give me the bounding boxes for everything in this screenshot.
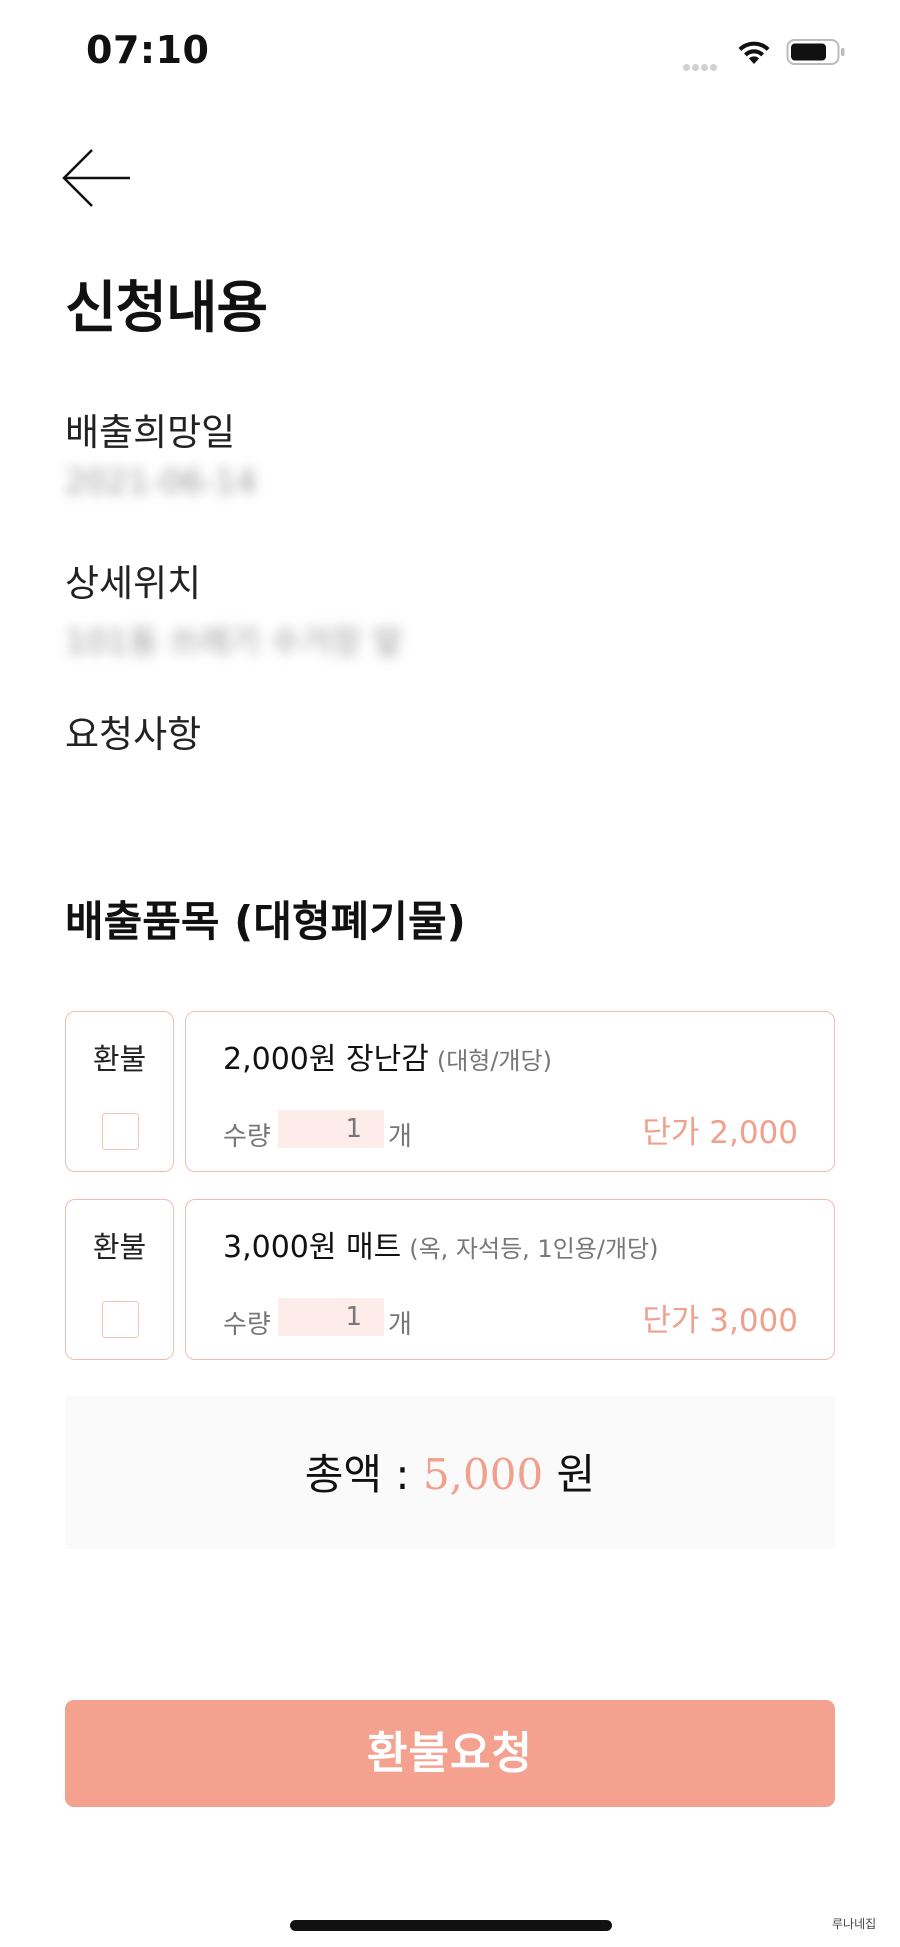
refund-label: 환불: [92, 1042, 147, 1076]
item-name: 2,000원 장난감: [223, 1042, 429, 1077]
total-unit: 원: [543, 1450, 596, 1499]
wifi-icon: [738, 41, 770, 64]
total-amount: 5,000: [422, 1450, 544, 1499]
qty-label: 수량: [223, 1122, 271, 1152]
date-label: 배출희망일: [65, 411, 236, 454]
date-value: 2021-06-14: [65, 462, 257, 501]
section-title: 배출품목 (대형폐기물): [65, 897, 466, 946]
total-text: 총액 : 5,000 원: [65, 1441, 835, 1502]
unit-price: 단가 3,000: [642, 1303, 798, 1339]
refund-cell: 환불: [65, 1011, 174, 1172]
item-desc: (대형/개당): [436, 1047, 552, 1075]
unit-price: 단가 2,000: [642, 1115, 798, 1151]
home-indicator: [290, 1920, 612, 1931]
qty-unit: 개: [388, 1310, 412, 1340]
total-box: 총액 : 5,000 원: [65, 1396, 835, 1549]
qty-unit: 개: [388, 1122, 412, 1152]
status-time: 07:10: [86, 28, 210, 72]
item-name: 3,000원 매트: [223, 1230, 402, 1265]
total-label: 총액 :: [304, 1450, 423, 1499]
item-name-line: 3,000원 매트 (옥, 자석등, 1인용/개당): [223, 1222, 658, 1266]
signal-icon: [683, 56, 725, 71]
refund-checkbox[interactable]: [102, 1301, 139, 1338]
item-name-line: 2,000원 장난감 (대형/개당): [223, 1034, 552, 1078]
location-value: 101동 쓰레기 수거장 앞: [65, 622, 403, 661]
refund-cell: 환불: [65, 1199, 174, 1360]
qty-input[interactable]: [278, 1110, 384, 1148]
back-arrow-icon[interactable]: [62, 148, 132, 208]
refund-request-button[interactable]: 환불요청: [65, 1700, 835, 1807]
refund-label: 환불: [92, 1230, 147, 1264]
location-label: 상세위치: [65, 562, 202, 605]
battery-icon: [786, 39, 845, 65]
qty-label: 수량: [223, 1310, 271, 1340]
refund-checkbox[interactable]: [102, 1113, 139, 1150]
qty-input[interactable]: [278, 1298, 384, 1336]
status-bar: 07:10: [0, 0, 900, 100]
request-label: 요청사항: [65, 713, 202, 756]
item-desc: (옥, 자석등, 1인용/개당): [409, 1235, 659, 1263]
watermark: 루나네집: [832, 1917, 877, 1931]
item-card: 3,000원 매트(옥, 자석등, 1인용/개당) 수량 개 단가 3,000: [185, 1199, 835, 1360]
page-title: 신청내용: [65, 276, 268, 341]
item-card: 2,000원 장난감(대형/개당) 수량 개 단가 2,000: [185, 1011, 835, 1172]
